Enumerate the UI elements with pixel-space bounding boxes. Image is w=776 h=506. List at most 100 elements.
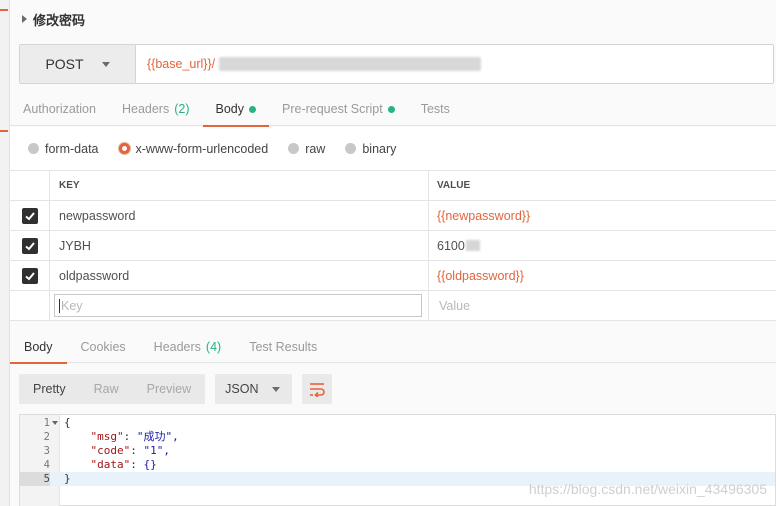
method-select[interactable]: POST: [20, 45, 136, 83]
view-mode-group: Pretty Raw Preview: [19, 374, 206, 404]
tab-count: (4): [205, 339, 222, 354]
request-title: 修改密码: [33, 12, 86, 28]
response-tabs: Body Cookies Headers (4) Test Results: [10, 330, 776, 364]
checkmark-icon: [24, 211, 35, 220]
code-text: "code": "1",: [90, 444, 171, 457]
tab-pre-request-script[interactable]: Pre-request Script: [269, 92, 408, 126]
radio-circle-icon: [288, 143, 300, 154]
request-panel: 修改密码 POST {{base_url}}/ Authorization Hea…: [10, 0, 776, 506]
new-key-cell: Key: [50, 291, 429, 320]
table-row: JYBH 6100: [10, 231, 776, 261]
new-value-input[interactable]: Value: [429, 291, 776, 320]
response-toolbar: Pretty Raw Preview JSON: [19, 374, 333, 404]
chevron-down-icon: [272, 386, 281, 392]
radio-circle-icon: [28, 143, 39, 154]
postman-window: 修改密码 POST {{base_url}}/ Authorization Hea…: [0, 0, 776, 506]
param-key[interactable]: JYBH: [50, 231, 429, 260]
request-tabs: Authorization Headers (2) Body Pre-request S…: [10, 92, 776, 127]
new-row-check-cell: [10, 291, 50, 320]
wrap-lines-button[interactable]: [302, 374, 333, 404]
radio-label: x-www-form-urlencoded: [135, 141, 269, 156]
view-preview-button[interactable]: Preview: [133, 374, 205, 404]
row-checkbox[interactable]: [21, 207, 38, 224]
sidebar-accent-mark: [0, 9, 8, 11]
code-text: "msg": "成功",: [90, 430, 179, 443]
header-check-cell: [10, 171, 50, 200]
tab-tests[interactable]: Tests: [408, 92, 463, 126]
json-value: "成功",: [136, 430, 179, 443]
code-text: "data": {}: [90, 458, 157, 471]
params-table: KEY VALUE newpassword {{newpassword}} JYBH…: [10, 171, 776, 321]
param-key[interactable]: oldpassword: [50, 261, 429, 290]
tab-body[interactable]: Body: [202, 92, 270, 127]
url-variable: {{base_url}}/: [147, 57, 216, 71]
checkmark-icon: [24, 271, 35, 280]
tab-label: Cookies: [80, 339, 126, 354]
response-tab-headers[interactable]: Headers (4): [140, 330, 236, 363]
row-checkbox[interactable]: [21, 237, 38, 254]
line-number: 3: [43, 445, 50, 457]
row-checkbox[interactable]: [21, 267, 38, 284]
radio-label: binary: [362, 141, 397, 156]
line-number: 2: [43, 431, 50, 443]
param-value-text: {{newpassword}}: [437, 208, 531, 223]
url-input[interactable]: {{base_url}}/: [136, 45, 773, 83]
json-value: {}: [143, 458, 157, 471]
format-label: JSON: [225, 382, 259, 396]
tab-label: Authorization: [23, 102, 96, 116]
table-header: KEY VALUE: [10, 171, 776, 201]
fold-caret-icon[interactable]: [52, 421, 58, 425]
json-value: "1",: [143, 444, 171, 457]
json-key: "msg": [90, 430, 124, 443]
code-line: 1{: [20, 416, 775, 430]
param-value[interactable]: {{newpassword}}: [429, 201, 776, 230]
code-line: 3 "code": "1",: [20, 444, 775, 458]
param-key[interactable]: newpassword: [50, 201, 429, 230]
caret-right-icon[interactable]: [22, 15, 27, 23]
table-row: oldpassword {{oldpassword}}: [10, 261, 776, 291]
tab-headers[interactable]: Headers (2): [109, 92, 203, 126]
response-tab-body[interactable]: Body: [10, 330, 67, 364]
value-placeholder: Value: [439, 298, 471, 313]
code-lines: 1{2 "msg": "成功", 3 "code": "1", 4 "data": …: [20, 416, 775, 486]
sidebar-accent-mark: [0, 130, 8, 132]
response-tab-cookies[interactable]: Cookies: [67, 330, 140, 363]
line-number: 1: [43, 417, 50, 429]
response-tab-test-results[interactable]: Test Results: [235, 330, 331, 363]
json-key: "data": [90, 458, 131, 471]
radio-raw[interactable]: raw: [288, 142, 325, 156]
chevron-down-icon: [101, 61, 110, 67]
radio-label: raw: [305, 141, 326, 156]
format-select[interactable]: JSON: [215, 374, 293, 404]
new-param-row: Key Value: [10, 291, 776, 321]
json-key: "code": [90, 444, 131, 457]
request-title-row[interactable]: 修改密码: [22, 8, 85, 30]
row-check-cell: [10, 261, 50, 290]
code-line: 4 "data": {}: [20, 458, 775, 472]
view-raw-button[interactable]: Raw: [80, 374, 133, 404]
new-key-input[interactable]: Key: [54, 294, 422, 317]
code-text: }: [64, 472, 71, 486]
tab-label: Headers: [121, 102, 170, 116]
response-body-editor[interactable]: 1{2 "msg": "成功", 3 "code": "1", 4 "data": …: [19, 414, 776, 506]
redacted-value: [465, 240, 480, 251]
column-header-value: VALUE: [437, 180, 471, 191]
view-pretty-button[interactable]: Pretty: [19, 374, 80, 404]
radio-x-www-form-urlencoded[interactable]: x-www-form-urlencoded: [118, 141, 269, 156]
tab-label: Headers: [153, 339, 201, 354]
method-label: POST: [45, 56, 84, 72]
line-number: 4: [43, 459, 50, 471]
radio-circle-icon: [345, 143, 357, 154]
checkmark-icon: [24, 241, 35, 250]
tab-label: Body: [24, 339, 53, 354]
status-dot-icon: [387, 105, 395, 113]
radio-binary[interactable]: binary: [345, 142, 396, 156]
tab-label: Pre-request Script: [282, 102, 383, 116]
tab-label: Test Results: [249, 339, 318, 354]
tab-count: (2): [174, 102, 190, 116]
tab-authorization[interactable]: Authorization: [10, 92, 109, 126]
radio-label: form-data: [45, 141, 99, 156]
param-value[interactable]: 6100: [429, 231, 776, 260]
radio-form-data[interactable]: form-data: [28, 142, 99, 156]
param-value[interactable]: {{oldpassword}}: [429, 261, 776, 290]
